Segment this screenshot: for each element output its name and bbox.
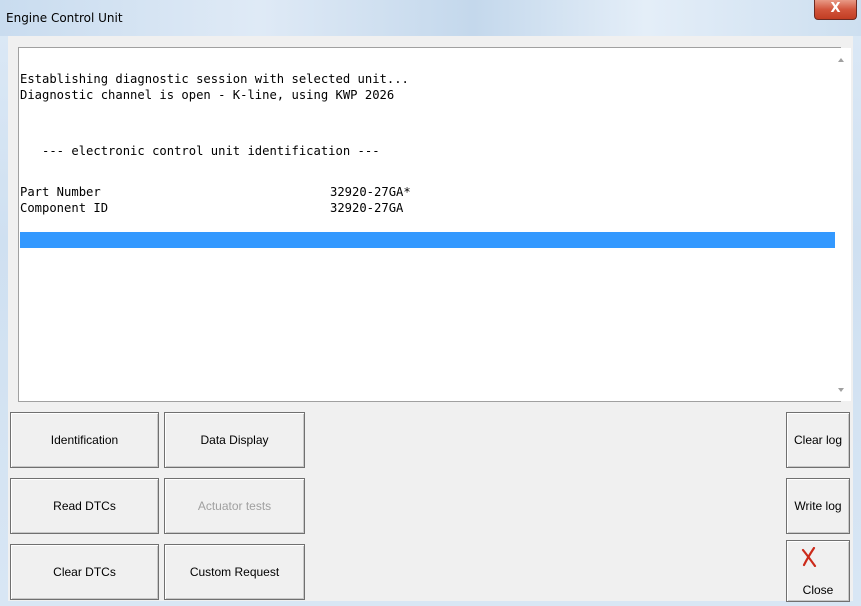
component-id-value: 32920-27GA [330, 201, 404, 215]
close-button[interactable]: Close [786, 540, 850, 602]
component-id-label: Component ID [20, 201, 109, 215]
actuator-tests-button[interactable]: Actuator tests [164, 478, 305, 534]
title-bar[interactable]: Engine Control Unit X [0, 0, 861, 36]
read-dtcs-button[interactable]: Read DTCs [10, 478, 159, 534]
client-area: Establishing diagnostic session with sel… [8, 36, 853, 602]
close-icon: X [830, 1, 841, 16]
part-number-value: 32920-27GA* [330, 185, 411, 199]
window-close-button[interactable]: X [814, 0, 857, 20]
log-scrollbar[interactable] [835, 48, 851, 401]
scroll-down-icon[interactable] [838, 388, 844, 392]
red-x-icon [801, 547, 817, 567]
part-number-label: Part Number [20, 185, 101, 199]
identification-button[interactable]: Identification [10, 412, 159, 468]
data-display-button[interactable]: Data Display [164, 412, 305, 468]
selected-log-row[interactable] [20, 232, 840, 248]
log-section-header: --- electronic control unit identificati… [20, 144, 380, 158]
close-button-label: Close [802, 583, 834, 597]
clear-log-button[interactable]: Clear log [786, 412, 850, 468]
engine-control-unit-window: Engine Control Unit X Establishing diagn… [0, 0, 861, 606]
clear-dtcs-button[interactable]: Clear DTCs [10, 544, 159, 600]
window-title: Engine Control Unit [6, 11, 123, 25]
log-line: Diagnostic channel is open - K-line, usi… [20, 88, 395, 102]
diagnostic-log[interactable]: Establishing diagnostic session with sel… [18, 47, 841, 402]
custom-request-button[interactable]: Custom Request [164, 544, 305, 600]
log-line: Establishing diagnostic session with sel… [20, 72, 409, 86]
write-log-button[interactable]: Write log [786, 478, 850, 534]
scroll-up-icon[interactable] [838, 58, 844, 62]
